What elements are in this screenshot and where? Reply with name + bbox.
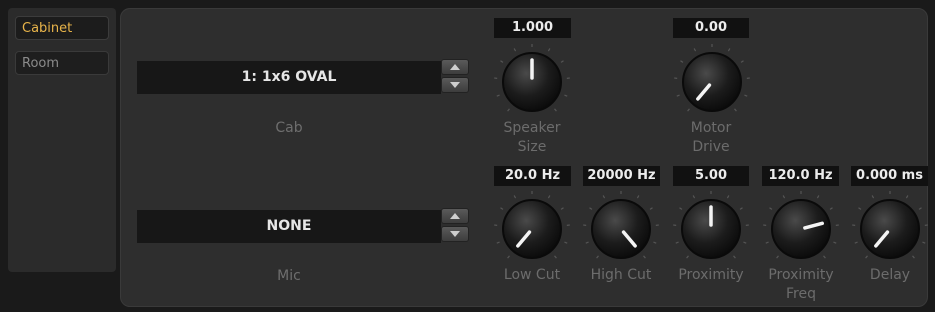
speaker-size-readout: 1.000 bbox=[494, 18, 571, 38]
cab-next-button[interactable] bbox=[441, 77, 469, 93]
low-cut-label: Low Cut bbox=[487, 266, 577, 285]
knob-graphic bbox=[852, 191, 928, 259]
arrow-up-icon bbox=[450, 64, 460, 70]
motor-drive-label: Motor Drive bbox=[666, 119, 756, 157]
low-cut-label-line1: Low Cut bbox=[503, 267, 561, 283]
proximity-freq-label-line1: Proximity bbox=[768, 267, 834, 283]
arrow-up-icon bbox=[450, 213, 460, 219]
cab-spinner[interactable] bbox=[441, 59, 469, 93]
proximity-freq-label: Proximity Freq bbox=[756, 266, 846, 304]
knob-graphic bbox=[583, 191, 659, 259]
high-cut-label-line1: High Cut bbox=[590, 267, 652, 283]
proximity-freq-label-line2: Freq bbox=[786, 286, 816, 302]
proximity-label: Proximity bbox=[666, 266, 756, 285]
knob-graphic bbox=[494, 191, 570, 259]
speaker-size-label-line2: Size bbox=[517, 139, 547, 155]
speaker-size-knob[interactable] bbox=[492, 42, 572, 122]
mic-next-button[interactable] bbox=[441, 226, 469, 242]
knob-graphic bbox=[494, 44, 570, 112]
tab-cabinet[interactable]: Cabinet bbox=[15, 16, 109, 40]
knob-graphic bbox=[673, 191, 749, 259]
cabinet-panel: 1: 1x6 OVAL Cab NONE Mic 1.000 Speaker S… bbox=[120, 8, 928, 307]
mic-selector[interactable]: NONE bbox=[137, 210, 441, 243]
delay-label-line1: Delay bbox=[869, 267, 911, 283]
arrow-down-icon bbox=[450, 231, 460, 237]
low-cut-knob[interactable] bbox=[492, 189, 572, 269]
proximity-readout: 5.00 bbox=[673, 166, 749, 186]
motor-drive-readout: 0.00 bbox=[673, 18, 749, 38]
motor-drive-label-line2: Drive bbox=[692, 139, 730, 155]
proximity-label-line1: Proximity bbox=[678, 267, 744, 283]
mic-spinner[interactable] bbox=[441, 208, 469, 242]
knob-graphic bbox=[674, 44, 750, 112]
cab-selector[interactable]: 1: 1x6 OVAL bbox=[137, 61, 441, 94]
arrow-down-icon bbox=[450, 82, 460, 88]
motor-drive-label-line1: Motor bbox=[690, 120, 732, 136]
motor-drive-knob[interactable] bbox=[672, 42, 752, 122]
cab-prev-button[interactable] bbox=[441, 59, 469, 75]
speaker-size-label-line1: Speaker bbox=[503, 120, 561, 136]
delay-readout: 0.000 ms bbox=[851, 166, 928, 186]
speaker-size-label: Speaker Size bbox=[487, 119, 577, 157]
proximity-freq-readout: 120.0 Hz bbox=[762, 166, 839, 186]
mic-label: Mic bbox=[277, 268, 301, 284]
high-cut-readout: 20000 Hz bbox=[583, 166, 660, 186]
delay-knob[interactable] bbox=[850, 189, 930, 269]
knob-graphic bbox=[763, 191, 839, 259]
high-cut-label: High Cut bbox=[576, 266, 666, 285]
high-cut-knob[interactable] bbox=[581, 189, 661, 269]
low-cut-readout: 20.0 Hz bbox=[494, 166, 571, 186]
delay-label: Delay bbox=[845, 266, 935, 285]
tab-room[interactable]: Room bbox=[15, 51, 109, 75]
proximity-freq-knob[interactable] bbox=[761, 189, 841, 269]
sidebar: Cabinet Room bbox=[8, 8, 116, 272]
proximity-knob[interactable] bbox=[671, 189, 751, 269]
mic-prev-button[interactable] bbox=[441, 208, 469, 224]
cab-label: Cab bbox=[275, 120, 303, 136]
